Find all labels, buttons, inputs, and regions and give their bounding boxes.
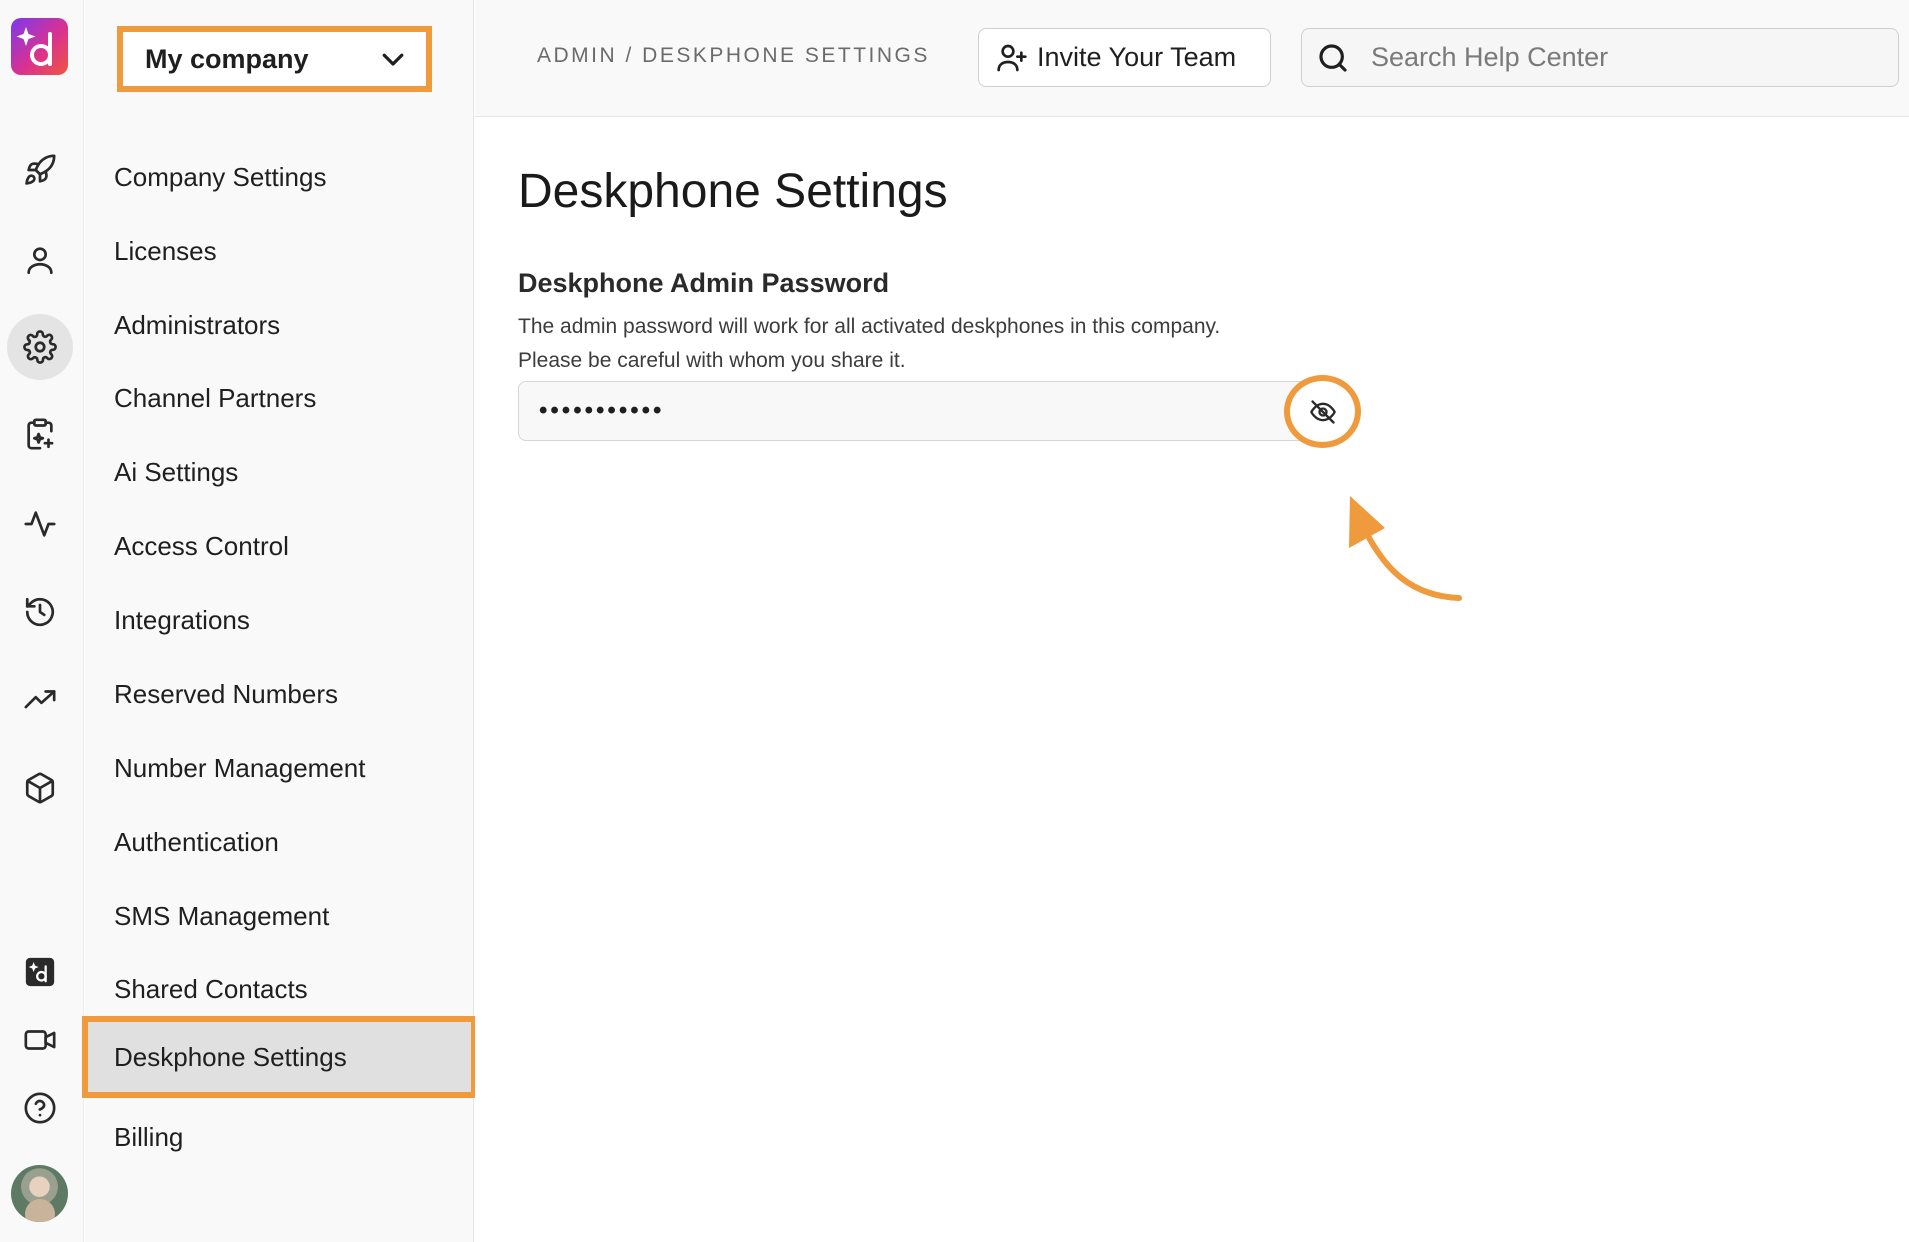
section-description: The admin password will work for all act…	[518, 310, 1418, 378]
invite-team-button[interactable]: Invite Your Team	[978, 28, 1271, 87]
sidebar-item-licenses[interactable]: Licenses	[85, 215, 474, 287]
section-title: Deskphone Admin Password	[518, 268, 890, 298]
description-line-1: The admin password will work for all act…	[518, 315, 1221, 338]
description-line-2: Please be careful with whom you share it…	[518, 349, 906, 372]
dialpad-ai-icon[interactable]	[12, 944, 68, 1000]
sidebar-item-number-management[interactable]: Number Management	[85, 732, 474, 804]
breadcrumb: ADMIN / DESKPHONE SETTINGS	[537, 44, 930, 67]
invite-team-label: Invite Your Team	[1037, 42, 1237, 72]
sidebar-item-channel-partners[interactable]: Channel Partners	[85, 362, 474, 434]
trending-up-icon[interactable]	[12, 672, 68, 728]
settings-sidebar: My company Company Settings Licenses Adm…	[82, 0, 477, 1242]
sidebar-item-ai-settings[interactable]: Ai Settings	[85, 436, 474, 508]
sidebar-item-access-control[interactable]: Access Control	[85, 510, 474, 582]
annotation-arrow-icon	[1349, 496, 1462, 601]
eye-off-icon	[1309, 399, 1336, 424]
sidebar-item-sms-management[interactable]: SMS Management	[85, 880, 474, 952]
search-icon	[1319, 43, 1347, 72]
password-value: •••••••••••	[539, 397, 665, 424]
sidebar-item-company-settings[interactable]: Company Settings	[85, 141, 474, 213]
user-plus-icon	[997, 44, 1027, 71]
main-content: Deskphone Settings Deskphone Admin Passw…	[475, 118, 1909, 1242]
avatar[interactable]	[11, 1165, 68, 1222]
dialpad-logo-icon[interactable]	[11, 18, 68, 75]
activity-icon[interactable]	[12, 496, 68, 552]
toggle-password-visibility-button[interactable]	[1284, 375, 1361, 448]
clipboard-sparkle-icon[interactable]	[12, 406, 68, 462]
icon-rail	[0, 0, 84, 1242]
sidebar-item-reserved-numbers[interactable]: Reserved Numbers	[85, 658, 474, 730]
help-icon[interactable]	[12, 1080, 68, 1136]
page-title: Deskphone Settings	[518, 165, 948, 218]
company-selector-label: My company	[145, 43, 309, 74]
sidebar-item-integrations[interactable]: Integrations	[85, 584, 474, 656]
top-bar: ADMIN / DESKPHONE SETTINGS Invite Your T…	[475, 0, 1909, 117]
video-icon[interactable]	[12, 1012, 68, 1068]
search-input[interactable]	[1371, 42, 1871, 73]
admin-password-field[interactable]: •••••••••••	[518, 381, 1318, 441]
cube-icon[interactable]	[12, 760, 68, 816]
sidebar-item-deskphone-settings[interactable]: Deskphone Settings	[82, 1016, 477, 1098]
rocket-icon[interactable]	[12, 142, 68, 198]
company-selector[interactable]: My company	[117, 26, 432, 92]
gear-icon[interactable]	[7, 314, 73, 380]
sidebar-item-authentication[interactable]: Authentication	[85, 806, 474, 878]
sidebar-item-shared-contacts[interactable]: Shared Contacts	[85, 953, 474, 1025]
chevron-down-icon	[382, 53, 404, 66]
help-search[interactable]	[1301, 28, 1899, 87]
history-icon[interactable]	[12, 584, 68, 640]
person-icon[interactable]	[12, 232, 68, 288]
sidebar-item-billing[interactable]: Billing	[85, 1101, 474, 1173]
sidebar-item-administrators[interactable]: Administrators	[85, 289, 474, 361]
